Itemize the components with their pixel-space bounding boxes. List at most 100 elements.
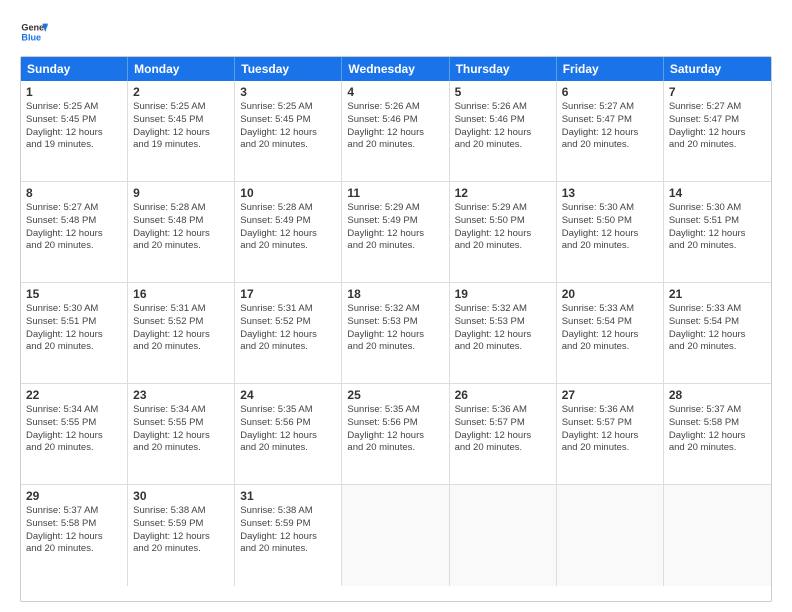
day-info: Sunrise: 5:34 AM Sunset: 5:55 PM Dayligh… [26, 404, 122, 455]
day-cell-12: 12 Sunrise: 5:29 AM Sunset: 5:50 PM Dayli… [450, 182, 557, 282]
day-number: 3 [240, 85, 336, 99]
day-cell-21: 21 Sunrise: 5:33 AM Sunset: 5:54 PM Dayli… [664, 283, 771, 383]
day-cell-8: 8Sunrise: 5:27 AM Sunset: 5:48 PM Daylig… [21, 182, 128, 282]
calendar-header: SundayMondayTuesdayWednesdayThursdayFrid… [21, 57, 771, 81]
day-number: 25 [347, 388, 443, 402]
day-cell-13: 13 Sunrise: 5:30 AM Sunset: 5:50 PM Dayli… [557, 182, 664, 282]
day-number: 12 [455, 186, 551, 200]
day-number: 30 [133, 489, 229, 503]
logo-icon: General Blue [20, 18, 48, 46]
day-cell-16: 16Sunrise: 5:31 AM Sunset: 5:52 PM Dayli… [128, 283, 235, 383]
day-number: 15 [26, 287, 122, 301]
header-day-saturday: Saturday [664, 57, 771, 81]
day-info: Sunrise: 5:33 AM Sunset: 5:54 PM Dayligh… [562, 303, 658, 354]
day-number: 14 [669, 186, 766, 200]
day-info: Sunrise: 5:29 AM Sunset: 5:50 PM Dayligh… [455, 202, 551, 253]
day-number: 4 [347, 85, 443, 99]
calendar-row-3: 15 Sunrise: 5:30 AM Sunset: 5:51 PM Dayli… [21, 283, 771, 384]
day-info: Sunrise: 5:33 AM Sunset: 5:54 PM Dayligh… [669, 303, 766, 354]
day-info: Sunrise: 5:25 AM Sunset: 5:45 PM Dayligh… [26, 101, 122, 152]
day-info: Sunrise: 5:26 AM Sunset: 5:46 PM Dayligh… [347, 101, 443, 152]
day-info: Sunrise: 5:35 AM Sunset: 5:56 PM Dayligh… [347, 404, 443, 455]
day-info: Sunrise: 5:30 AM Sunset: 5:51 PM Dayligh… [669, 202, 766, 253]
header-day-tuesday: Tuesday [235, 57, 342, 81]
calendar: SundayMondayTuesdayWednesdayThursdayFrid… [20, 56, 772, 602]
day-cell-30: 30 Sunrise: 5:38 AM Sunset: 5:59 PM Dayli… [128, 485, 235, 586]
day-info: Sunrise: 5:36 AM Sunset: 5:57 PM Dayligh… [562, 404, 658, 455]
day-number: 9 [133, 186, 229, 200]
day-number: 27 [562, 388, 658, 402]
day-cell-15: 15 Sunrise: 5:30 AM Sunset: 5:51 PM Dayli… [21, 283, 128, 383]
day-info: Sunrise: 5:37 AM Sunset: 5:58 PM Dayligh… [26, 505, 122, 556]
day-info: Sunrise: 5:32 AM Sunset: 5:53 PM Dayligh… [347, 303, 443, 354]
day-info: Sunrise: 5:38 AM Sunset: 5:59 PM Dayligh… [240, 505, 336, 556]
day-cell-11: 11 Sunrise: 5:29 AM Sunset: 5:49 PM Dayli… [342, 182, 449, 282]
calendar-row-5: 29 Sunrise: 5:37 AM Sunset: 5:58 PM Dayli… [21, 485, 771, 586]
empty-cell [664, 485, 771, 586]
day-number: 2 [133, 85, 229, 99]
day-number: 13 [562, 186, 658, 200]
day-cell-20: 20 Sunrise: 5:33 AM Sunset: 5:54 PM Dayli… [557, 283, 664, 383]
day-number: 22 [26, 388, 122, 402]
day-number: 6 [562, 85, 658, 99]
empty-cell [557, 485, 664, 586]
header-day-monday: Monday [128, 57, 235, 81]
day-number: 31 [240, 489, 336, 503]
day-number: 21 [669, 287, 766, 301]
calendar-row-2: 8Sunrise: 5:27 AM Sunset: 5:48 PM Daylig… [21, 182, 771, 283]
day-number: 29 [26, 489, 122, 503]
day-cell-24: 24Sunrise: 5:35 AM Sunset: 5:56 PM Dayli… [235, 384, 342, 484]
day-info: Sunrise: 5:30 AM Sunset: 5:51 PM Dayligh… [26, 303, 122, 354]
day-number: 28 [669, 388, 766, 402]
header-day-thursday: Thursday [450, 57, 557, 81]
page: General Blue SundayMondayTuesdayWednesda… [0, 0, 792, 612]
day-number: 19 [455, 287, 551, 301]
day-info: Sunrise: 5:27 AM Sunset: 5:48 PM Dayligh… [26, 202, 122, 253]
day-cell-5: 5 Sunrise: 5:26 AM Sunset: 5:46 PM Daylig… [450, 81, 557, 181]
day-number: 18 [347, 287, 443, 301]
day-cell-10: 10Sunrise: 5:28 AM Sunset: 5:49 PM Dayli… [235, 182, 342, 282]
day-number: 11 [347, 186, 443, 200]
day-cell-9: 9Sunrise: 5:28 AM Sunset: 5:48 PM Daylig… [128, 182, 235, 282]
day-number: 5 [455, 85, 551, 99]
day-number: 24 [240, 388, 336, 402]
day-info: Sunrise: 5:27 AM Sunset: 5:47 PM Dayligh… [669, 101, 766, 152]
day-cell-2: 2 Sunrise: 5:25 AM Sunset: 5:45 PM Daylig… [128, 81, 235, 181]
day-number: 20 [562, 287, 658, 301]
empty-cell [450, 485, 557, 586]
day-number: 26 [455, 388, 551, 402]
day-cell-17: 17Sunrise: 5:31 AM Sunset: 5:52 PM Dayli… [235, 283, 342, 383]
calendar-body: 1 Sunrise: 5:25 AM Sunset: 5:45 PM Daylig… [21, 81, 771, 586]
day-number: 23 [133, 388, 229, 402]
day-number: 1 [26, 85, 122, 99]
svg-text:Blue: Blue [21, 32, 41, 42]
calendar-row-1: 1 Sunrise: 5:25 AM Sunset: 5:45 PM Daylig… [21, 81, 771, 182]
calendar-row-4: 22 Sunrise: 5:34 AM Sunset: 5:55 PM Dayli… [21, 384, 771, 485]
day-info: Sunrise: 5:34 AM Sunset: 5:55 PM Dayligh… [133, 404, 229, 455]
day-cell-1: 1 Sunrise: 5:25 AM Sunset: 5:45 PM Daylig… [21, 81, 128, 181]
header-day-wednesday: Wednesday [342, 57, 449, 81]
day-cell-29: 29 Sunrise: 5:37 AM Sunset: 5:58 PM Dayli… [21, 485, 128, 586]
day-info: Sunrise: 5:30 AM Sunset: 5:50 PM Dayligh… [562, 202, 658, 253]
day-cell-22: 22 Sunrise: 5:34 AM Sunset: 5:55 PM Dayli… [21, 384, 128, 484]
day-info: Sunrise: 5:36 AM Sunset: 5:57 PM Dayligh… [455, 404, 551, 455]
day-info: Sunrise: 5:26 AM Sunset: 5:46 PM Dayligh… [455, 101, 551, 152]
day-cell-6: 6Sunrise: 5:27 AM Sunset: 5:47 PM Daylig… [557, 81, 664, 181]
day-info: Sunrise: 5:32 AM Sunset: 5:53 PM Dayligh… [455, 303, 551, 354]
day-cell-27: 27 Sunrise: 5:36 AM Sunset: 5:57 PM Dayli… [557, 384, 664, 484]
day-cell-14: 14 Sunrise: 5:30 AM Sunset: 5:51 PM Dayli… [664, 182, 771, 282]
day-cell-7: 7Sunrise: 5:27 AM Sunset: 5:47 PM Daylig… [664, 81, 771, 181]
header-day-sunday: Sunday [21, 57, 128, 81]
day-cell-25: 25 Sunrise: 5:35 AM Sunset: 5:56 PM Dayli… [342, 384, 449, 484]
day-info: Sunrise: 5:37 AM Sunset: 5:58 PM Dayligh… [669, 404, 766, 455]
day-info: Sunrise: 5:25 AM Sunset: 5:45 PM Dayligh… [133, 101, 229, 152]
day-cell-23: 23 Sunrise: 5:34 AM Sunset: 5:55 PM Dayli… [128, 384, 235, 484]
day-cell-31: 31 Sunrise: 5:38 AM Sunset: 5:59 PM Dayli… [235, 485, 342, 586]
day-number: 16 [133, 287, 229, 301]
day-cell-28: 28 Sunrise: 5:37 AM Sunset: 5:58 PM Dayli… [664, 384, 771, 484]
day-cell-4: 4 Sunrise: 5:26 AM Sunset: 5:46 PM Daylig… [342, 81, 449, 181]
day-info: Sunrise: 5:31 AM Sunset: 5:52 PM Dayligh… [240, 303, 336, 354]
day-info: Sunrise: 5:38 AM Sunset: 5:59 PM Dayligh… [133, 505, 229, 556]
day-cell-18: 18 Sunrise: 5:32 AM Sunset: 5:53 PM Dayli… [342, 283, 449, 383]
day-info: Sunrise: 5:29 AM Sunset: 5:49 PM Dayligh… [347, 202, 443, 253]
